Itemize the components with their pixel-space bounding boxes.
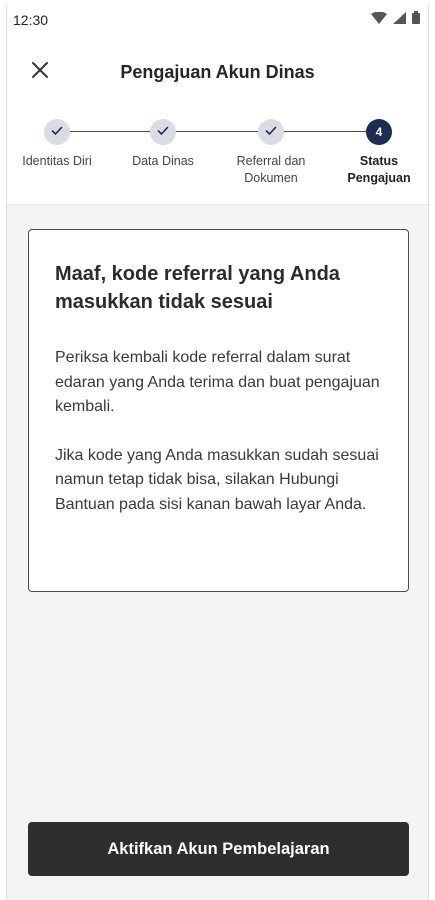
status-icons bbox=[371, 11, 420, 29]
step-connector bbox=[176, 131, 258, 132]
signal-icon bbox=[393, 11, 406, 29]
step-1-indicator bbox=[44, 119, 70, 145]
progress-stepper: 4 Identitas Diri Data Dinas Referral dan… bbox=[7, 115, 428, 205]
step-2-label: Data Dinas bbox=[132, 154, 194, 168]
step-4-label: Status Pengajuan bbox=[347, 154, 411, 185]
step-3-indicator bbox=[258, 119, 284, 145]
step-connector bbox=[70, 131, 150, 132]
message-paragraph-2: Jika kode yang Anda masukkan sudah sesua… bbox=[55, 446, 379, 513]
step-4-number: 4 bbox=[375, 125, 383, 139]
app-header: Pengajuan Akun Dinas 4 Identitas Diri Da… bbox=[7, 35, 428, 205]
status-time: 12:30 bbox=[13, 12, 49, 28]
wifi-icon bbox=[371, 11, 387, 29]
step-4-indicator: 4 bbox=[366, 119, 392, 145]
step-2-indicator bbox=[150, 119, 176, 145]
step-1-label: Identitas Diri bbox=[22, 154, 92, 168]
message-paragraph-1: Periksa kembali kode referral dalam sura… bbox=[55, 349, 380, 415]
check-icon bbox=[51, 123, 63, 141]
app-screen: 12:30 Pengajuan Akun Dinas 4 Identitas D… bbox=[6, 5, 429, 900]
step-connector bbox=[284, 131, 366, 132]
check-icon bbox=[157, 123, 169, 141]
message-title: Maaf, kode referral yang Anda masukkan t… bbox=[55, 263, 340, 313]
status-bar: 12:30 bbox=[7, 5, 428, 35]
step-3-label: Referral dan Dokumen bbox=[236, 154, 306, 185]
error-message-card: Maaf, kode referral yang Anda masukkan t… bbox=[28, 229, 409, 592]
check-icon bbox=[265, 123, 277, 141]
page-title: Pengajuan Akun Dinas bbox=[120, 62, 315, 82]
battery-icon bbox=[412, 11, 420, 29]
activate-learning-account-button[interactable]: Aktifkan Akun Pembelajaran bbox=[28, 822, 409, 876]
